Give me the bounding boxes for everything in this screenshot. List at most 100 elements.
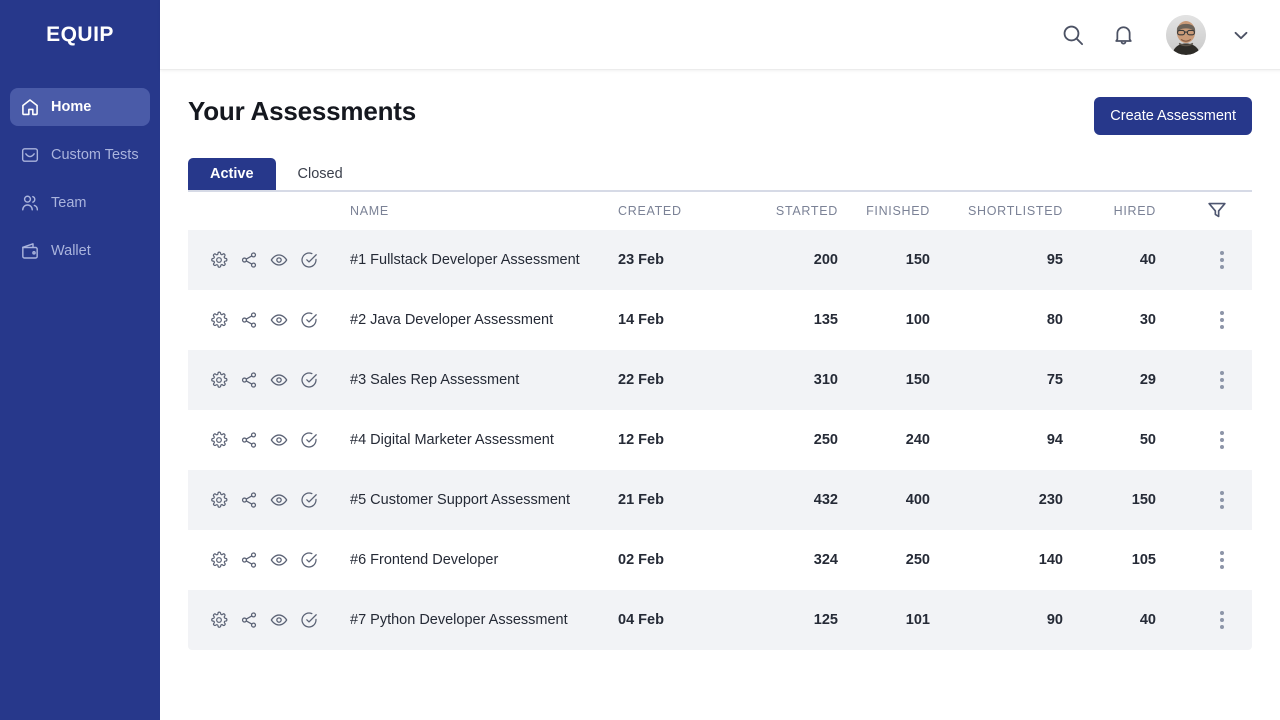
settings-icon[interactable] (210, 311, 228, 329)
tab-active[interactable]: Active (188, 158, 276, 190)
column-header-started: STARTED (754, 204, 838, 218)
check-circle-icon[interactable] (300, 311, 318, 329)
sidebar-item-home[interactable]: Home (10, 88, 150, 126)
table-row[interactable]: #2 Java Developer Assessment14 Feb135100… (188, 290, 1252, 350)
cell-started: 310 (754, 372, 838, 388)
cell-finished: 150 (838, 252, 930, 268)
cell-hired: 29 (1063, 372, 1156, 388)
share-icon[interactable] (240, 431, 258, 449)
column-header-created: CREATED (618, 204, 754, 218)
row-actions (188, 251, 350, 269)
check-circle-icon[interactable] (300, 431, 318, 449)
cell-finished: 101 (838, 612, 930, 628)
settings-icon[interactable] (210, 251, 228, 269)
cell-finished: 400 (838, 492, 930, 508)
avatar[interactable] (1166, 15, 1206, 55)
page-title: Your Assessments (188, 96, 416, 127)
share-icon[interactable] (240, 371, 258, 389)
cell-hired: 105 (1063, 552, 1156, 568)
sidebar: EQUIP Home Custom Tests (0, 0, 160, 720)
eye-icon[interactable] (270, 311, 288, 329)
page-content: Your Assessments Create Assessment Activ… (160, 70, 1280, 720)
eye-icon[interactable] (270, 491, 288, 509)
create-assessment-button[interactable]: Create Assessment (1094, 97, 1252, 135)
cell-started: 125 (754, 612, 838, 628)
cell-created: 14 Feb (618, 312, 754, 328)
table-row[interactable]: #5 Customer Support Assessment21 Feb4324… (188, 470, 1252, 530)
share-icon[interactable] (240, 551, 258, 569)
eye-icon[interactable] (270, 551, 288, 569)
cell-shortlisted: 75 (930, 372, 1063, 388)
check-circle-icon[interactable] (300, 551, 318, 569)
sidebar-item-wallet[interactable]: Wallet (10, 232, 150, 270)
settings-icon[interactable] (210, 551, 228, 569)
cell-name: #3 Sales Rep Assessment (350, 372, 618, 388)
table-row[interactable]: #4 Digital Marketer Assessment12 Feb2502… (188, 410, 1252, 470)
cell-created: 02 Feb (618, 552, 754, 568)
more-options-icon[interactable] (1216, 487, 1228, 513)
eye-icon[interactable] (270, 611, 288, 629)
check-circle-icon[interactable] (300, 611, 318, 629)
sidebar-item-team[interactable]: Team (10, 184, 150, 222)
cell-shortlisted: 140 (930, 552, 1063, 568)
more-options-icon[interactable] (1216, 547, 1228, 573)
eye-icon[interactable] (270, 251, 288, 269)
share-icon[interactable] (240, 311, 258, 329)
cell-hired: 40 (1063, 612, 1156, 628)
table-row[interactable]: #6 Frontend Developer02 Feb324250140105 (188, 530, 1252, 590)
row-menu-cell (1156, 487, 1252, 513)
more-options-icon[interactable] (1216, 307, 1228, 333)
cell-name: #2 Java Developer Assessment (350, 312, 618, 328)
settings-icon[interactable] (210, 611, 228, 629)
eye-icon[interactable] (270, 371, 288, 389)
search-icon[interactable] (1058, 20, 1088, 50)
cell-shortlisted: 94 (930, 432, 1063, 448)
cell-hired: 50 (1063, 432, 1156, 448)
eye-icon[interactable] (270, 431, 288, 449)
column-header-hired: HIRED (1063, 204, 1156, 218)
people-icon (20, 193, 40, 213)
table-row[interactable]: #3 Sales Rep Assessment22 Feb3101507529 (188, 350, 1252, 410)
column-header-finished: FINISHED (838, 204, 930, 218)
row-actions (188, 371, 350, 389)
cell-finished: 100 (838, 312, 930, 328)
table-row[interactable]: #1 Fullstack Developer Assessment23 Feb2… (188, 230, 1252, 290)
assessments-table: NAME CREATED STARTED FINISHED SHORTLISTE… (188, 192, 1252, 650)
more-options-icon[interactable] (1216, 607, 1228, 633)
row-actions (188, 491, 350, 509)
share-icon[interactable] (240, 491, 258, 509)
filter-icon[interactable] (1206, 199, 1228, 224)
tab-bar: Active Closed (188, 158, 1252, 190)
settings-icon[interactable] (210, 431, 228, 449)
chevron-down-icon[interactable] (1228, 22, 1254, 48)
cell-hired: 150 (1063, 492, 1156, 508)
cell-name: #6 Frontend Developer (350, 552, 618, 568)
column-header-shortlisted: SHORTLISTED (930, 204, 1063, 218)
cell-started: 250 (754, 432, 838, 448)
more-options-icon[interactable] (1216, 367, 1228, 393)
sidebar-item-custom-tests[interactable]: Custom Tests (10, 136, 150, 174)
cell-created: 12 Feb (618, 432, 754, 448)
sidebar-nav: Home Custom Tests (0, 70, 160, 270)
cell-hired: 30 (1063, 312, 1156, 328)
brand-logo: EQUIP (0, 0, 160, 70)
share-icon[interactable] (240, 251, 258, 269)
share-icon[interactable] (240, 611, 258, 629)
cell-name: #7 Python Developer Assessment (350, 612, 618, 628)
bell-icon[interactable] (1108, 20, 1138, 50)
main-area: Your Assessments Create Assessment Activ… (160, 0, 1280, 720)
row-actions (188, 551, 350, 569)
settings-icon[interactable] (210, 371, 228, 389)
cell-shortlisted: 95 (930, 252, 1063, 268)
table-row[interactable]: #7 Python Developer Assessment04 Feb1251… (188, 590, 1252, 650)
check-circle-icon[interactable] (300, 251, 318, 269)
check-circle-icon[interactable] (300, 491, 318, 509)
cell-created: 21 Feb (618, 492, 754, 508)
row-menu-cell (1156, 607, 1252, 633)
check-circle-icon[interactable] (300, 371, 318, 389)
cell-created: 04 Feb (618, 612, 754, 628)
more-options-icon[interactable] (1216, 427, 1228, 453)
more-options-icon[interactable] (1216, 247, 1228, 273)
settings-icon[interactable] (210, 491, 228, 509)
tab-closed[interactable]: Closed (276, 158, 365, 190)
